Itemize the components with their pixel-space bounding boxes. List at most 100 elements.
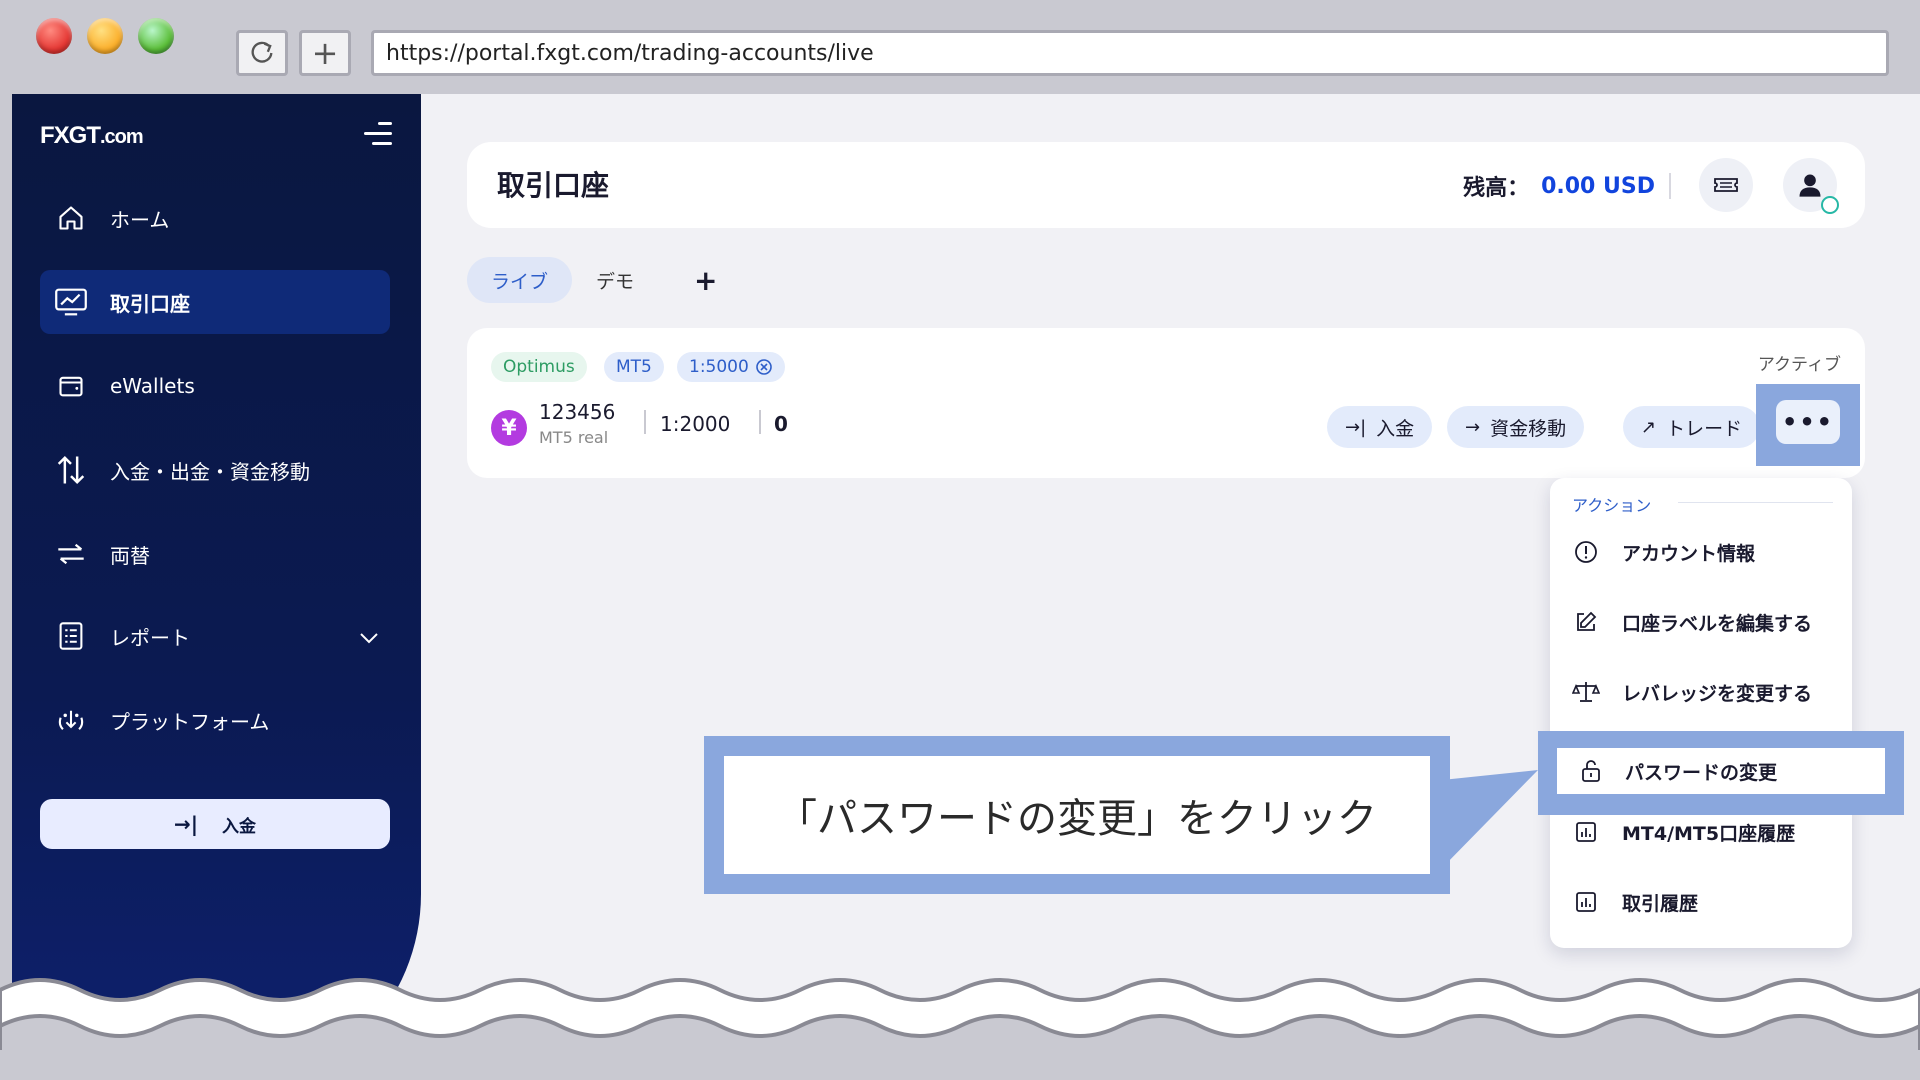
menu-item-label: 取引履歴 xyxy=(1622,892,1699,915)
trending-up-icon: ↗ xyxy=(1641,416,1657,438)
transfer-arrows-icon xyxy=(54,453,88,487)
divider xyxy=(644,410,646,434)
arrow-circle-right-icon: → xyxy=(1465,416,1481,438)
platform-icon xyxy=(54,703,88,737)
arrow-right-bar-icon: →| xyxy=(173,812,199,836)
more-actions-button[interactable]: ••• xyxy=(1776,400,1840,444)
menu-item-account-info[interactable]: アカウント情報 xyxy=(1572,532,1842,572)
add-account-button[interactable]: + xyxy=(694,264,717,297)
home-icon xyxy=(54,201,88,235)
ticket-icon xyxy=(1714,178,1738,192)
deposit-label: 入金 xyxy=(222,816,257,837)
callout-text: 「パスワードの変更」をクリック xyxy=(724,756,1430,874)
trade-label: トレード xyxy=(1666,417,1743,440)
max-leverage-value: 1:5000 xyxy=(689,357,749,377)
menu-item-label: 口座ラベルを編集する xyxy=(1622,612,1813,635)
sidebar-item-funds[interactable]: 入金・出金・資金移動 xyxy=(40,438,390,502)
bar-chart-icon xyxy=(1572,821,1600,843)
menu-item-label: アカウント情報 xyxy=(1622,542,1756,565)
torn-edge-decoration xyxy=(0,978,1920,1080)
trade-button[interactable]: ↗ トレード xyxy=(1623,406,1761,448)
close-circle-icon xyxy=(756,359,772,375)
sidebar-deposit-button[interactable]: →| 入金 xyxy=(40,799,390,849)
sidebar-item-label: 取引口座 xyxy=(110,291,190,316)
account-tier-badge: Optimus xyxy=(491,352,587,382)
fxgt-logo[interactable]: FXGT.com xyxy=(40,122,144,150)
page-title: 取引口座 xyxy=(497,169,610,202)
tab-live[interactable]: ライブ xyxy=(467,257,573,303)
account-card: Optimus MT5 1:5000 アクティブ ¥ 123456 MT5 re… xyxy=(467,328,1865,478)
user-icon xyxy=(1799,174,1821,197)
page-header: 取引口座 残高： 0.00 USD xyxy=(467,142,1865,228)
tab-demo[interactable]: デモ xyxy=(572,257,658,303)
balance-label: 残高： xyxy=(1463,176,1530,201)
transfer-button[interactable]: → 資金移動 xyxy=(1447,406,1585,448)
sidebar-item-label: ホーム xyxy=(110,207,170,232)
window-maximize-button[interactable] xyxy=(138,18,174,54)
ticket-button[interactable] xyxy=(1699,158,1753,212)
logo-main: FXGT xyxy=(40,122,101,149)
menu-item-trade-history[interactable]: 取引履歴 xyxy=(1572,882,1842,922)
sidebar-item-label: eWallets xyxy=(110,374,195,398)
divider xyxy=(759,410,761,434)
menu-item-account-history[interactable]: MT4/MT5口座履歴 xyxy=(1572,812,1842,852)
bar-chart-icon xyxy=(1572,891,1600,913)
browser-chrome: + https://portal.fxgt.com/trading-accoun… xyxy=(0,0,1920,94)
max-leverage-badge: 1:5000 xyxy=(677,352,785,382)
report-icon xyxy=(54,619,88,653)
wallet-icon xyxy=(54,369,88,403)
platform-badge: MT5 xyxy=(604,352,664,382)
menu-item-change-leverage[interactable]: レバレッジを変更する xyxy=(1572,672,1842,712)
unlock-icon xyxy=(1577,759,1605,783)
account-tabs: ライブ デモ + xyxy=(467,256,718,304)
edit-icon xyxy=(1572,610,1600,634)
chart-monitor-icon xyxy=(54,285,88,319)
user-avatar-button[interactable] xyxy=(1783,158,1839,214)
sidebar-item-ewallets[interactable]: eWallets xyxy=(40,354,390,418)
sidebar-item-reports[interactable]: レポート xyxy=(40,604,390,668)
sidebar-item-label: プラットフォーム xyxy=(110,709,270,734)
menu-item-label: レバレッジを変更する xyxy=(1622,682,1813,705)
callout-pointer xyxy=(1442,770,1538,868)
sidebar: FXGT.com ホーム 取引口座 eWallets 入金・出金・資金移動 両替… xyxy=(12,94,421,1064)
new-tab-button[interactable]: + xyxy=(299,30,351,76)
page-viewport: FXGT.com ホーム 取引口座 eWallets 入金・出金・資金移動 両替… xyxy=(12,94,1920,1064)
balance-display: 残高： 0.00 USD xyxy=(1463,170,1671,202)
menu-item-label: MT4/MT5口座履歴 xyxy=(1622,822,1796,845)
reload-button[interactable] xyxy=(236,30,288,76)
transfer-label: 資金移動 xyxy=(1490,417,1567,440)
deposit-button[interactable]: →| 入金 xyxy=(1327,406,1433,448)
balance-amount: 0.00 USD xyxy=(1541,173,1655,199)
menu-item-change-password[interactable]: パスワードの変更 xyxy=(1557,748,1885,794)
menu-item-edit-label[interactable]: 口座ラベルを編集する xyxy=(1572,602,1842,642)
status-badge: アクティブ xyxy=(1757,355,1841,375)
sidebar-item-label: 両替 xyxy=(110,543,150,568)
arrow-right-bar-icon: →| xyxy=(1345,416,1367,438)
window-close-button[interactable] xyxy=(36,18,72,54)
account-type: MT5 real xyxy=(539,428,609,447)
window-minimize-button[interactable] xyxy=(87,18,123,54)
scale-icon xyxy=(1572,680,1600,704)
yen-currency-icon: ¥ xyxy=(491,410,527,446)
divider xyxy=(1669,173,1671,199)
logo-suffix: .com xyxy=(100,126,144,148)
sidebar-item-label: レポート xyxy=(110,625,190,650)
sidebar-item-platform[interactable]: プラットフォーム xyxy=(40,688,390,752)
sidebar-item-home[interactable]: ホーム xyxy=(40,186,390,250)
divider xyxy=(1678,502,1833,503)
chevron-down-icon xyxy=(358,626,380,650)
plus-icon: + xyxy=(311,34,339,72)
sidebar-item-trading-accounts[interactable]: 取引口座 xyxy=(40,270,390,334)
sidebar-item-exchange[interactable]: 両替 xyxy=(40,522,390,586)
account-number: 123456 xyxy=(539,400,616,424)
deposit-label: 入金 xyxy=(1376,417,1415,440)
account-balance: 0 xyxy=(774,412,788,436)
dropdown-heading: アクション xyxy=(1572,496,1652,515)
actions-dropdown: アクション アカウント情報 口座ラベルを編集する レバレッジを変更する MT4/ xyxy=(1550,478,1852,948)
exchange-icon xyxy=(54,537,88,571)
plus-icon: + xyxy=(694,263,718,297)
menu-toggle-icon[interactable] xyxy=(364,122,392,148)
account-leverage: 1:2000 xyxy=(660,412,731,436)
url-bar[interactable]: https://portal.fxgt.com/trading-accounts… xyxy=(371,30,1889,76)
info-circle-icon xyxy=(1572,540,1600,564)
